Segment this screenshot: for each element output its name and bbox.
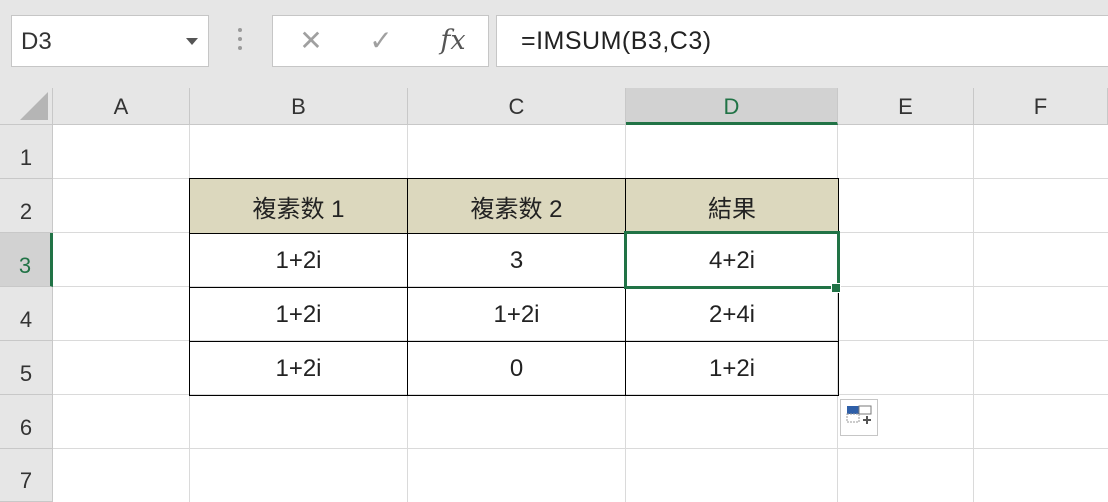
chevron-down-icon[interactable] (186, 38, 198, 45)
active-cell-selection (624, 231, 840, 289)
formula-bar-area: D3 ✕ ✓ fx =IMSUM(B3,C3) (0, 0, 1108, 88)
column-header-b[interactable]: B (190, 88, 408, 125)
row-header-2[interactable]: 2 (0, 179, 53, 233)
row-header-label: 1 (19, 145, 33, 170)
row-header-1[interactable]: 1 (0, 125, 53, 179)
row-header-label: 6 (19, 415, 33, 440)
quick-analysis-button[interactable] (840, 399, 878, 436)
column-header-d[interactable]: D (626, 88, 838, 125)
gridline (53, 448, 1108, 449)
column-header-c[interactable]: C (408, 88, 626, 125)
row-header-7[interactable]: 7 (0, 449, 53, 502)
name-box[interactable]: D3 (11, 15, 209, 67)
row-header-6[interactable]: 6 (0, 395, 53, 449)
row-header-4[interactable]: 4 (0, 287, 53, 341)
fill-handle[interactable] (831, 283, 841, 293)
row-header-label: 2 (19, 199, 33, 224)
row-header-label: 5 (19, 361, 33, 386)
gridline (973, 125, 974, 502)
column-header-f[interactable]: F (974, 88, 1108, 125)
formula-input[interactable]: =IMSUM(B3,C3) (496, 15, 1108, 67)
row-header-3[interactable]: 3 (0, 233, 53, 287)
formula-text: =IMSUM(B3,C3) (521, 27, 712, 55)
select-all-button[interactable] (0, 88, 53, 125)
insert-function-button[interactable]: fx (433, 24, 473, 58)
column-header-e[interactable]: E (838, 88, 974, 125)
spreadsheet-grid[interactable]: A B C D E F 1 2 3 4 5 6 7 複素数 1 複素数 2 結果… (0, 88, 1108, 502)
row-header-label: 4 (19, 307, 33, 332)
name-box-value: D3 (21, 28, 52, 55)
cancel-icon[interactable]: ✕ (291, 24, 331, 58)
row-header-label: 3 (18, 253, 32, 278)
enter-check-icon[interactable]: ✓ (361, 24, 401, 58)
column-header-a[interactable]: A (53, 88, 190, 125)
row-header-5[interactable]: 5 (0, 341, 53, 395)
row-header-label: 7 (19, 468, 33, 493)
drag-handle-icon[interactable] (238, 28, 242, 54)
select-all-triangle-icon (20, 92, 48, 120)
formula-buttons: ✕ ✓ fx (272, 15, 489, 67)
quick-analysis-icon (846, 405, 872, 424)
